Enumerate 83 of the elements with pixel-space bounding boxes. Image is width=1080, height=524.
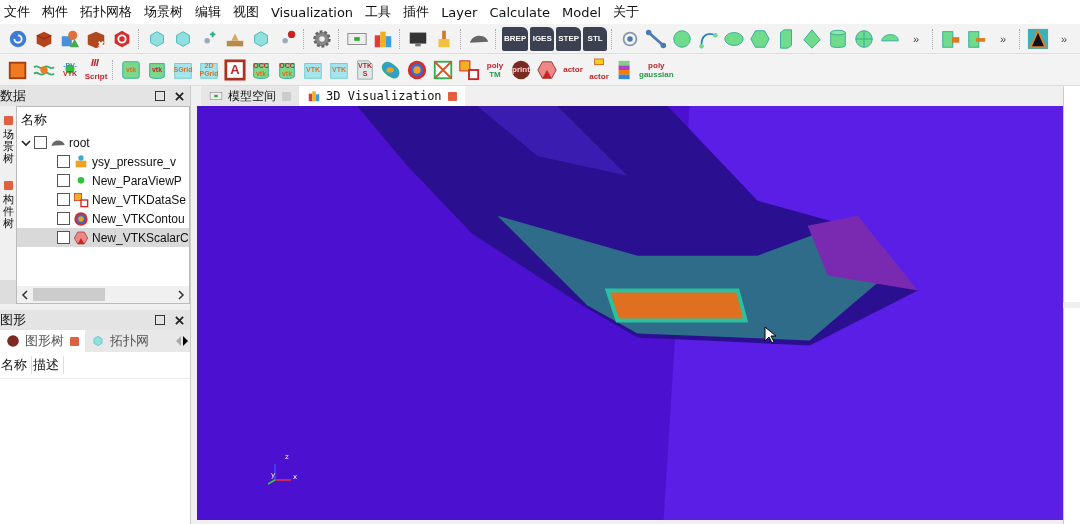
column-header: 名称 xyxy=(0,356,32,374)
menu-item[interactable]: 文件 xyxy=(0,3,38,21)
file-button[interactable]: STL xyxy=(583,26,608,51)
menu-item[interactable]: 工具 xyxy=(361,3,400,21)
checkbox[interactable] xyxy=(34,136,47,149)
menu-item[interactable]: 编辑 xyxy=(191,3,229,21)
squares-button[interactable] xyxy=(457,57,481,82)
side-tab[interactable]: 构件树 xyxy=(2,194,14,231)
file-button[interactable]: BREP xyxy=(502,26,529,51)
vtk-script-icon xyxy=(354,58,376,81)
line-icon xyxy=(645,27,668,50)
menu-item[interactable]: 拓扑网格 xyxy=(76,3,140,21)
more-button[interactable]: » xyxy=(1052,26,1077,51)
hexagon-icon xyxy=(73,229,89,246)
checkbox[interactable] xyxy=(57,193,70,206)
frame-icon xyxy=(432,58,454,81)
label-button[interactable]: poly TM xyxy=(483,57,507,82)
texture-button[interactable] xyxy=(1026,26,1051,51)
checkbox[interactable] xyxy=(57,212,70,225)
side-tab[interactable]: 场景树 xyxy=(2,129,14,166)
panel-tab[interactable]: 图形树 xyxy=(0,330,85,352)
squares-icon xyxy=(458,58,480,81)
target-icon xyxy=(406,58,428,81)
ball-icon xyxy=(510,58,532,81)
more-button[interactable]: » xyxy=(904,26,929,51)
hexagon-icon xyxy=(749,27,772,50)
menu-item[interactable]: 插件 xyxy=(399,3,438,21)
scroll-left-icon[interactable] xyxy=(21,289,29,300)
panel-title: 图形 xyxy=(0,311,26,329)
column-header: 描述 xyxy=(32,356,64,374)
bubble-button[interactable]: actor xyxy=(587,57,611,82)
checkbox[interactable] xyxy=(57,155,70,168)
panel-title: 数据 xyxy=(0,87,26,105)
settings-icon xyxy=(311,27,333,50)
file-button[interactable]: IGES xyxy=(530,26,555,51)
float-icon[interactable] xyxy=(155,315,165,325)
menu-item[interactable]: Visualization xyxy=(267,4,362,20)
tree-item[interactable]: root xyxy=(17,133,189,152)
checkbox[interactable] xyxy=(57,174,70,187)
text-icon xyxy=(224,58,246,81)
menu-item[interactable]: 场景树 xyxy=(140,3,191,21)
scroll-right-icon[interactable] xyxy=(177,289,185,300)
file-button[interactable]: STEP xyxy=(556,26,582,51)
column-header: 名称 xyxy=(20,111,48,129)
text-button[interactable]: A xyxy=(223,57,247,82)
menu-item[interactable]: 关于 xyxy=(609,3,648,21)
squares-icon xyxy=(73,191,89,208)
bars-icon xyxy=(307,89,321,103)
hexagon-icon xyxy=(536,58,558,81)
cube-icon xyxy=(91,334,105,348)
more-button[interactable]: » xyxy=(991,26,1016,51)
tree-item[interactable]: New_VTKContou xyxy=(17,209,189,228)
label-button[interactable]: actor xyxy=(561,57,585,82)
vtu-icon xyxy=(73,153,89,170)
sphere-icon xyxy=(853,27,876,50)
target-icon xyxy=(73,210,89,227)
vtk-icon xyxy=(120,58,142,81)
circle-icon xyxy=(671,27,694,50)
screen-icon xyxy=(209,89,223,103)
menu-item[interactable]: Calculate xyxy=(485,4,559,20)
scrollbar[interactable] xyxy=(17,286,189,303)
panel-tab[interactable]: 拓扑网 xyxy=(85,330,155,352)
tree-item[interactable]: ysy_pressure_v xyxy=(17,152,189,171)
menu-item[interactable]: Model xyxy=(558,4,610,20)
float-icon[interactable] xyxy=(155,91,165,101)
scrollbar[interactable] xyxy=(0,280,16,304)
expand-icon[interactable] xyxy=(21,137,31,148)
script-button[interactable]: Script xyxy=(84,57,108,82)
texture-icon xyxy=(1027,27,1050,50)
ball-button[interactable]: print xyxy=(509,57,533,82)
ball-icon xyxy=(6,334,20,348)
menu-item[interactable]: 视图 xyxy=(229,3,267,21)
checkbox[interactable] xyxy=(57,231,70,244)
tree-item[interactable]: New_VTKScalarC xyxy=(17,228,189,247)
tree-item[interactable]: New_ParaViewP xyxy=(17,171,189,190)
tree-item[interactable]: New_VTKDataSe xyxy=(17,190,189,209)
menu-item[interactable]: 构件 xyxy=(38,3,76,21)
label-button[interactable]: poly gaussian xyxy=(639,57,674,82)
document-tab[interactable]: 3D Visualization xyxy=(299,86,465,106)
pyramid-icon xyxy=(801,27,824,50)
document-tab[interactable]: 模型空间 xyxy=(201,86,299,106)
menu-item[interactable]: Layer xyxy=(437,4,486,20)
cursor-icon xyxy=(764,326,776,344)
